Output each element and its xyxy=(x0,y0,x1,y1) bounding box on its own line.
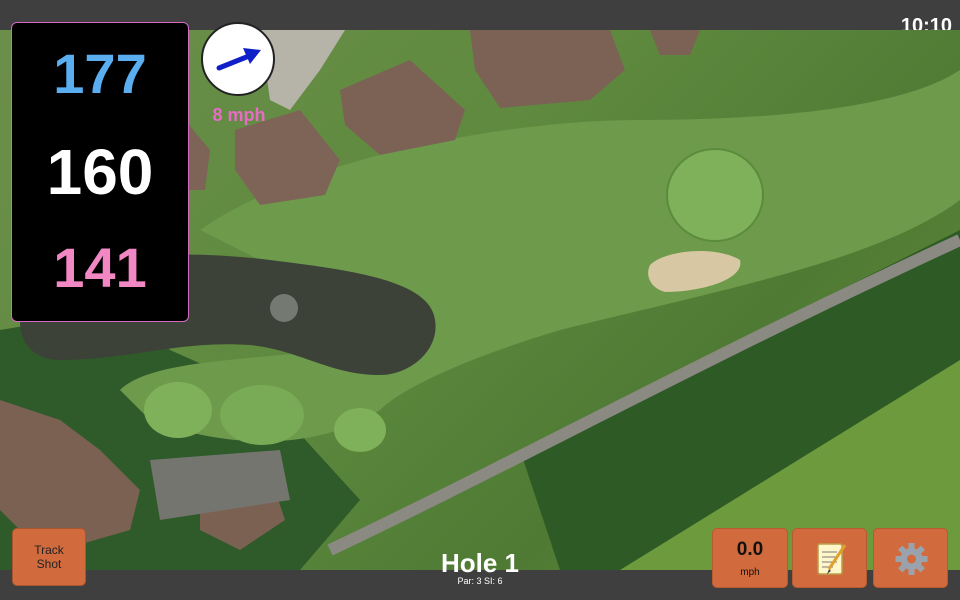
speed-button[interactable]: 0.0 mph xyxy=(712,528,788,588)
track-shot-label-line2: Shot xyxy=(36,557,62,571)
hole-title: Hole 1 xyxy=(440,548,520,578)
speed-value: 0.0 xyxy=(736,539,764,560)
track-shot-button[interactable]: Track Shot xyxy=(12,528,86,586)
wind-indicator xyxy=(201,22,275,96)
distance-panel: 177 160 141 xyxy=(11,22,189,322)
distance-middle: 160 xyxy=(46,136,154,208)
gear-icon xyxy=(895,543,928,575)
notes-button[interactable] xyxy=(792,528,867,588)
distance-back: 177 xyxy=(53,42,147,105)
distance-front: 141 xyxy=(53,236,147,299)
wind-arrow-icon xyxy=(216,48,261,71)
hole-par-si: Par: 3 SI: 6 xyxy=(457,576,503,586)
speed-unit: mph xyxy=(740,567,760,578)
wind-speed-label: 8 mph xyxy=(212,105,266,125)
track-shot-label-line1: Track xyxy=(34,543,64,557)
notepad-icon xyxy=(817,543,847,575)
settings-button[interactable] xyxy=(873,528,948,588)
